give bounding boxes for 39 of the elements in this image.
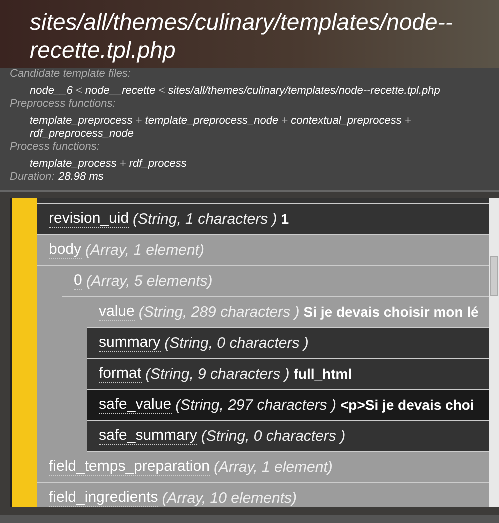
info-value: 28.98 ms — [58, 171, 104, 184]
value-text: full_html — [294, 366, 352, 382]
type-label: (String, 1 characters ) — [133, 210, 278, 228]
type-label: (Array, 1 element) — [214, 458, 333, 476]
type-label: (Array, 10 elements) — [162, 490, 298, 506]
info-value: template_process + rdf_process — [29, 158, 188, 171]
info-value: node__6 < node__recette < sites/all/themes/culinary/templates/node--recette.tpl.php — [29, 85, 442, 98]
key-label: field_temps_preparation — [49, 458, 210, 476]
tree-row[interactable]: summary (String, 0 characters ) — [87, 328, 489, 359]
info-label: Duration: — [10, 171, 55, 184]
key-label: safe_value — [99, 396, 172, 414]
info-label: Candidate template files: — [10, 68, 132, 81]
key-label: revision_uid — [49, 210, 130, 228]
key-label: summary — [99, 334, 161, 352]
type-label: (String, 289 characters ) — [138, 304, 300, 320]
key-label: safe_summary — [99, 428, 198, 444]
tree-row[interactable]: revision_uid (String, 1 characters ) 1 — [37, 204, 489, 235]
type-label: (String, 0 characters ) — [164, 334, 309, 352]
key-label: format — [99, 366, 142, 382]
key-label: 0 — [74, 272, 82, 290]
info-label: Process functions: — [10, 141, 101, 154]
value-text: Si je devais choisir mon lé — [304, 304, 479, 320]
template-path: sites/all/themes/culinary/templates/node--recette.tpl.php — [29, 8, 454, 64]
info-value: template_preprocess + template_preprocess_node + contextual_preprocess + rdf_preprocess_node — [29, 115, 412, 141]
key-label: body — [49, 242, 82, 258]
type-label: (Array, 5 elements) — [86, 272, 213, 290]
value-text: 1 — [281, 211, 290, 227]
scrollbar[interactable] — [489, 198, 499, 507]
value-text: <p>Si je devais choi — [340, 397, 474, 413]
tree-row[interactable]: safe_value (String, 297 characters ) <p>Si je devais choi — [87, 390, 489, 421]
tree-row[interactable]: format (String, 9 characters ) full_html — [87, 359, 489, 390]
type-label: (String, 9 characters ) — [146, 366, 290, 382]
key-label: field_ingredients — [49, 490, 158, 506]
type-label: (String, 0 characters ) — [201, 428, 346, 444]
info-label: Preprocess functions: — [10, 98, 117, 111]
key-label: value — [99, 304, 135, 320]
tree-row[interactable]: safe_summary (String, 0 characters ) — [87, 421, 489, 452]
type-label: (String, 297 characters ) — [176, 396, 336, 414]
type-label: (Array, 1 element) — [86, 242, 204, 258]
